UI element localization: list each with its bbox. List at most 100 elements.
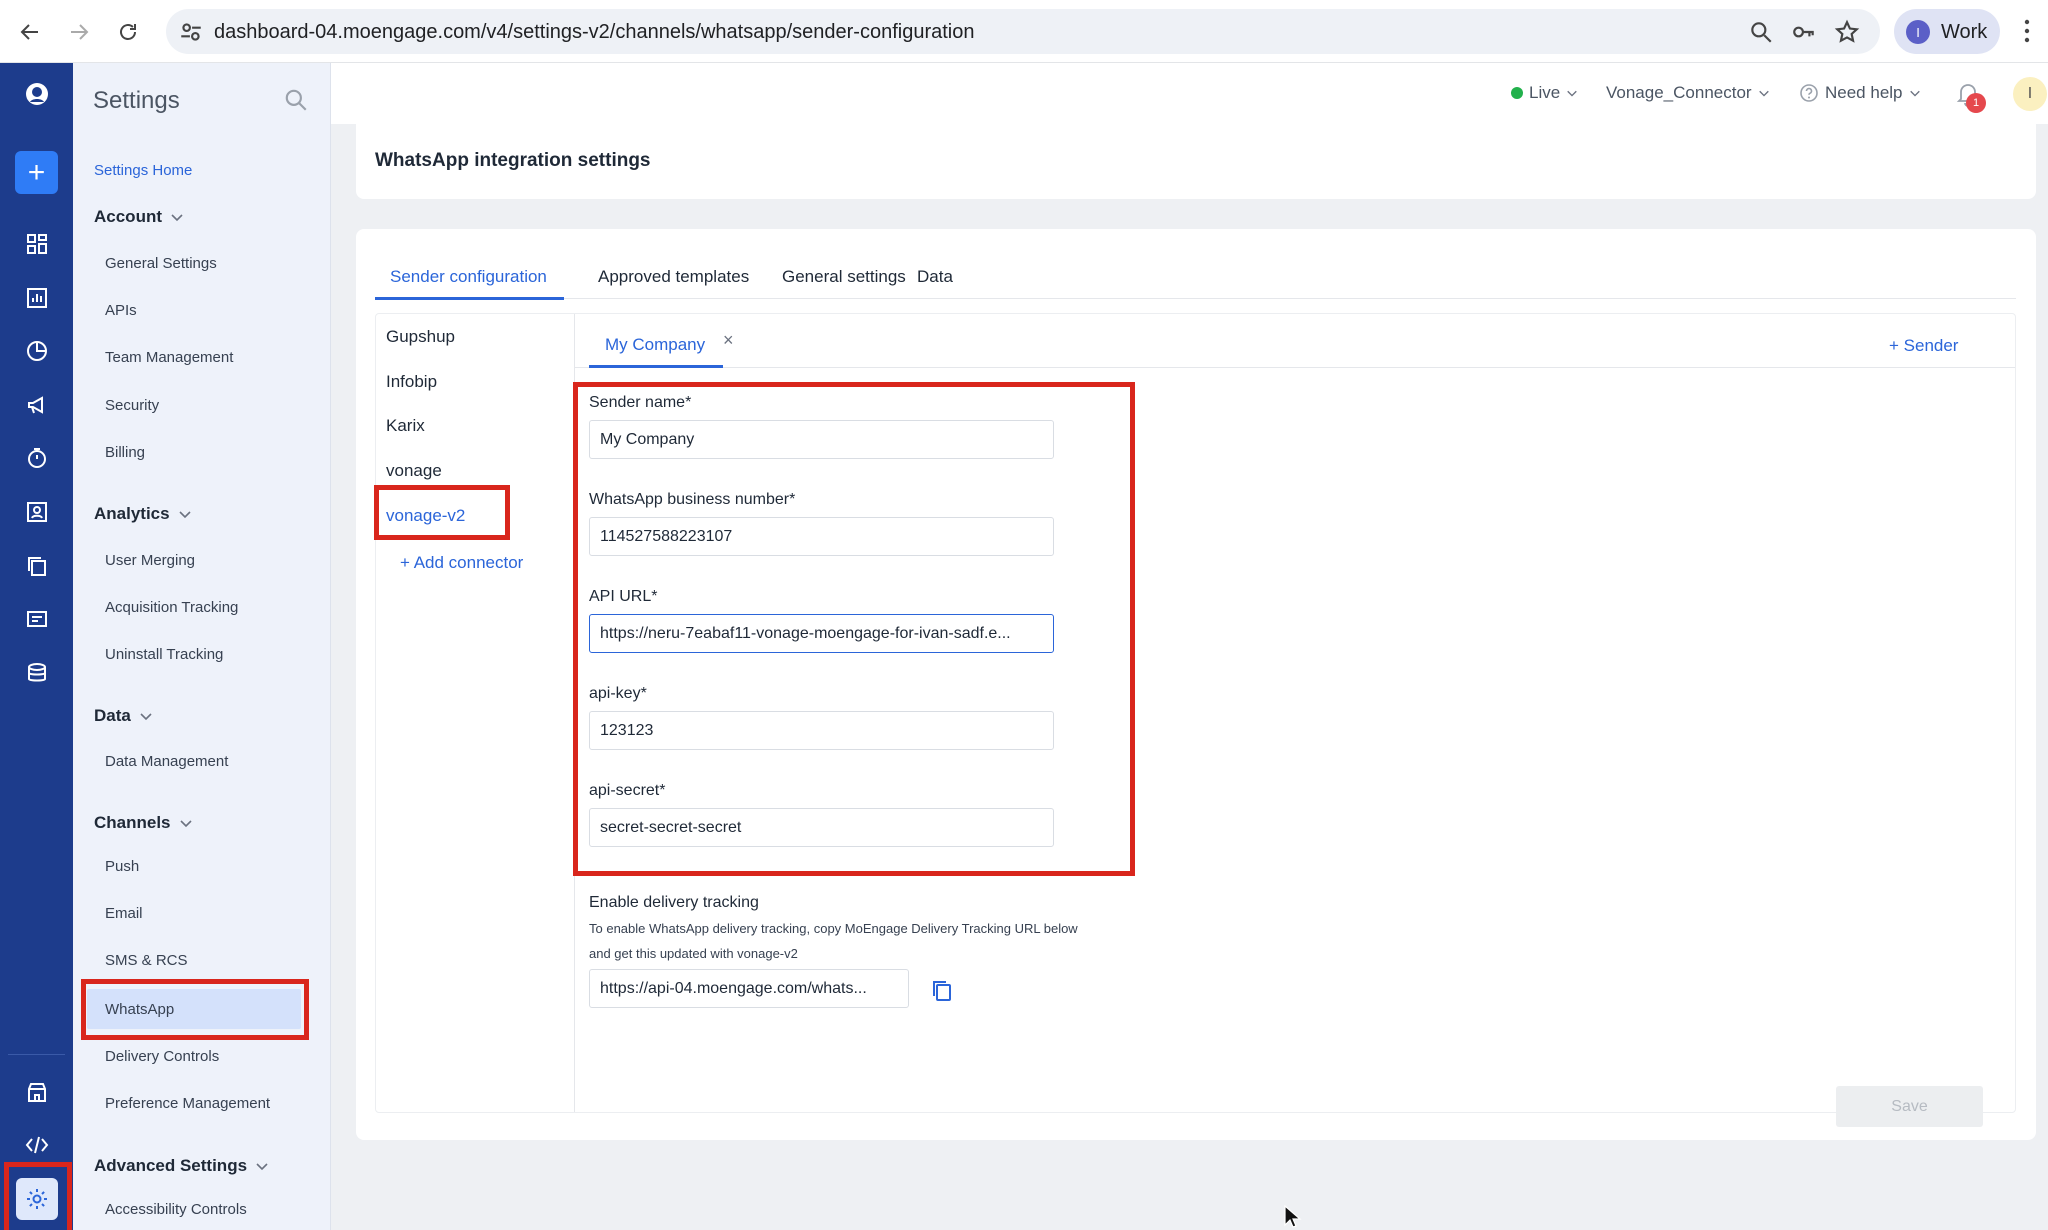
chevron-down-icon bbox=[1909, 90, 1920, 97]
developer-code-icon[interactable] bbox=[20, 1128, 54, 1162]
user-profile-icon[interactable] bbox=[20, 495, 54, 529]
help-circle-icon bbox=[1800, 84, 1818, 102]
url-text[interactable]: dashboard-04.moengage.com/v4/settings-v2… bbox=[214, 21, 974, 44]
templates-card-icon[interactable] bbox=[20, 602, 54, 636]
browser-toolbar: dashboard-04.moengage.com/v4/settings-v2… bbox=[0, 0, 2048, 63]
add-sender-button[interactable]: + Sender bbox=[1889, 336, 1958, 356]
connector-infobip[interactable]: Infobip bbox=[386, 372, 437, 392]
active-sender-indicator bbox=[589, 365, 723, 368]
segments-pie-icon[interactable] bbox=[20, 334, 54, 368]
workspace-switcher[interactable]: Vonage_Connector bbox=[1606, 83, 1770, 103]
notification-count-badge: 1 bbox=[1966, 93, 1986, 113]
sidebar-item-team-management[interactable]: Team Management bbox=[105, 337, 321, 377]
chevron-down-icon bbox=[1567, 90, 1577, 97]
settings-card: Sender configuration Approved templates … bbox=[356, 229, 2036, 1140]
help-label: Need help bbox=[1825, 83, 1903, 102]
fields-highlight bbox=[573, 382, 1135, 876]
user-avatar[interactable]: I bbox=[2013, 77, 2047, 111]
sidebar-item-security[interactable]: Security bbox=[105, 385, 321, 425]
tab-approved-templates[interactable]: Approved templates bbox=[598, 267, 749, 287]
section-advanced-settings[interactable]: Advanced Settings bbox=[94, 1156, 269, 1176]
delivery-tracking-note-1: To enable WhatsApp delivery tracking, co… bbox=[589, 921, 1078, 936]
section-account[interactable]: Account bbox=[94, 207, 184, 227]
delivery-tracking-title: Enable delivery tracking bbox=[589, 894, 759, 911]
chevron-down-icon bbox=[171, 214, 183, 222]
dashboard-grid-icon[interactable] bbox=[20, 227, 54, 261]
sidebar-item-data-management[interactable]: Data Management bbox=[105, 741, 321, 781]
sidebar-item-sms-rcs[interactable]: SMS & RCS bbox=[105, 940, 321, 980]
add-connector-button[interactable]: + Add connector bbox=[400, 553, 523, 573]
zoom-icon[interactable] bbox=[1748, 19, 1774, 45]
delivery-tracking-url-input[interactable] bbox=[589, 969, 909, 1008]
chevron-down-icon bbox=[140, 713, 152, 721]
tab-data[interactable]: Data bbox=[917, 267, 953, 287]
profile-avatar: I bbox=[1906, 20, 1930, 44]
campaign-megaphone-icon[interactable] bbox=[20, 388, 54, 422]
bookmark-star-icon[interactable] bbox=[1834, 19, 1860, 45]
live-status-dot bbox=[1511, 87, 1523, 99]
copy-icon[interactable] bbox=[929, 978, 955, 1004]
address-bar[interactable]: dashboard-04.moengage.com/v4/settings-v2… bbox=[166, 9, 1880, 54]
tab-general-settings[interactable]: General settings bbox=[782, 267, 906, 287]
sidebar-item-push[interactable]: Push bbox=[105, 846, 321, 886]
sidebar-item-uninstall-tracking[interactable]: Uninstall Tracking bbox=[105, 634, 321, 674]
whatsapp-highlight bbox=[81, 979, 309, 1040]
sidebar-item-billing[interactable]: Billing bbox=[105, 432, 321, 472]
store-icon[interactable] bbox=[20, 1075, 54, 1109]
sidebar-item-acquisition-tracking[interactable]: Acquisition Tracking bbox=[105, 587, 321, 627]
profile-chip[interactable]: I Work bbox=[1894, 9, 2000, 54]
analytics-chart-icon[interactable] bbox=[20, 281, 54, 315]
moengage-logo-icon[interactable] bbox=[20, 77, 54, 111]
env-label: Live bbox=[1529, 83, 1561, 102]
workspace-label: Vonage_Connector bbox=[1606, 83, 1752, 102]
reload-icon[interactable] bbox=[110, 14, 146, 50]
active-tab-indicator bbox=[375, 297, 564, 300]
section-data[interactable]: Data bbox=[94, 706, 153, 726]
chevron-down-icon bbox=[179, 511, 191, 519]
mouse-cursor-icon bbox=[1284, 1205, 1302, 1228]
page-title: WhatsApp integration settings bbox=[375, 150, 651, 171]
chevron-down-icon bbox=[1758, 90, 1769, 97]
delivery-tracking-note-2: and get this updated with vonage-v2 bbox=[589, 946, 798, 961]
connector-karix[interactable]: Karix bbox=[386, 416, 425, 436]
sender-tab-my-company[interactable]: My Company bbox=[605, 335, 705, 355]
section-channels[interactable]: Channels bbox=[94, 813, 193, 833]
sender-config-panel: Gupshup Infobip Karix vonage vonage-v2 +… bbox=[374, 313, 2016, 1127]
sidebar-item-user-merging[interactable]: User Merging bbox=[105, 540, 321, 580]
sidebar-item-delivery-controls[interactable]: Delivery Controls bbox=[105, 1036, 321, 1076]
sidebar-item-apis[interactable]: APIs bbox=[105, 290, 321, 330]
browser-menu-icon[interactable] bbox=[2020, 16, 2034, 46]
sidebar-item-preference-management[interactable]: Preference Management bbox=[105, 1083, 321, 1123]
create-new-button[interactable]: + bbox=[15, 151, 58, 194]
connector-list: Gupshup Infobip Karix vonage vonage-v2 +… bbox=[376, 314, 575, 1112]
help-menu[interactable]: Need help bbox=[1799, 83, 1921, 103]
content-copy-icon[interactable] bbox=[20, 549, 54, 583]
app-icon-rail: + bbox=[0, 63, 73, 1230]
section-account-label: Account bbox=[94, 207, 162, 226]
password-key-icon[interactable] bbox=[1791, 19, 1817, 45]
rail-divider bbox=[8, 1054, 65, 1055]
connector-vonage[interactable]: vonage bbox=[386, 461, 442, 481]
sidebar-title: Settings bbox=[93, 87, 180, 114]
tab-sender-configuration[interactable]: Sender configuration bbox=[390, 267, 547, 287]
connector-gupshup[interactable]: Gupshup bbox=[386, 327, 455, 347]
section-channels-label: Channels bbox=[94, 813, 171, 832]
close-icon[interactable]: × bbox=[723, 330, 734, 351]
settings-home-link[interactable]: Settings Home bbox=[94, 162, 192, 179]
data-database-icon[interactable] bbox=[20, 656, 54, 690]
sidebar-search-icon[interactable] bbox=[283, 87, 309, 113]
save-button[interactable]: Save bbox=[1836, 1086, 1983, 1127]
settings-sidebar: Settings Settings Home Account General S… bbox=[73, 63, 331, 1230]
site-settings-icon[interactable] bbox=[178, 19, 204, 45]
sidebar-item-general-settings[interactable]: General Settings bbox=[105, 243, 321, 283]
app-topbar: Live Vonage_Connector Need help 1 I bbox=[331, 63, 2048, 124]
sidebar-item-email[interactable]: Email bbox=[105, 893, 321, 933]
back-icon[interactable] bbox=[12, 14, 48, 50]
section-analytics[interactable]: Analytics bbox=[94, 504, 192, 524]
flows-timer-icon[interactable] bbox=[20, 441, 54, 475]
forward-icon[interactable] bbox=[61, 14, 97, 50]
env-switcher[interactable]: Live bbox=[1511, 83, 1578, 103]
section-advanced-settings-label: Advanced Settings bbox=[94, 1156, 248, 1175]
section-analytics-label: Analytics bbox=[94, 504, 170, 523]
sidebar-item-accessibility-controls[interactable]: Accessibility Controls bbox=[105, 1189, 321, 1229]
